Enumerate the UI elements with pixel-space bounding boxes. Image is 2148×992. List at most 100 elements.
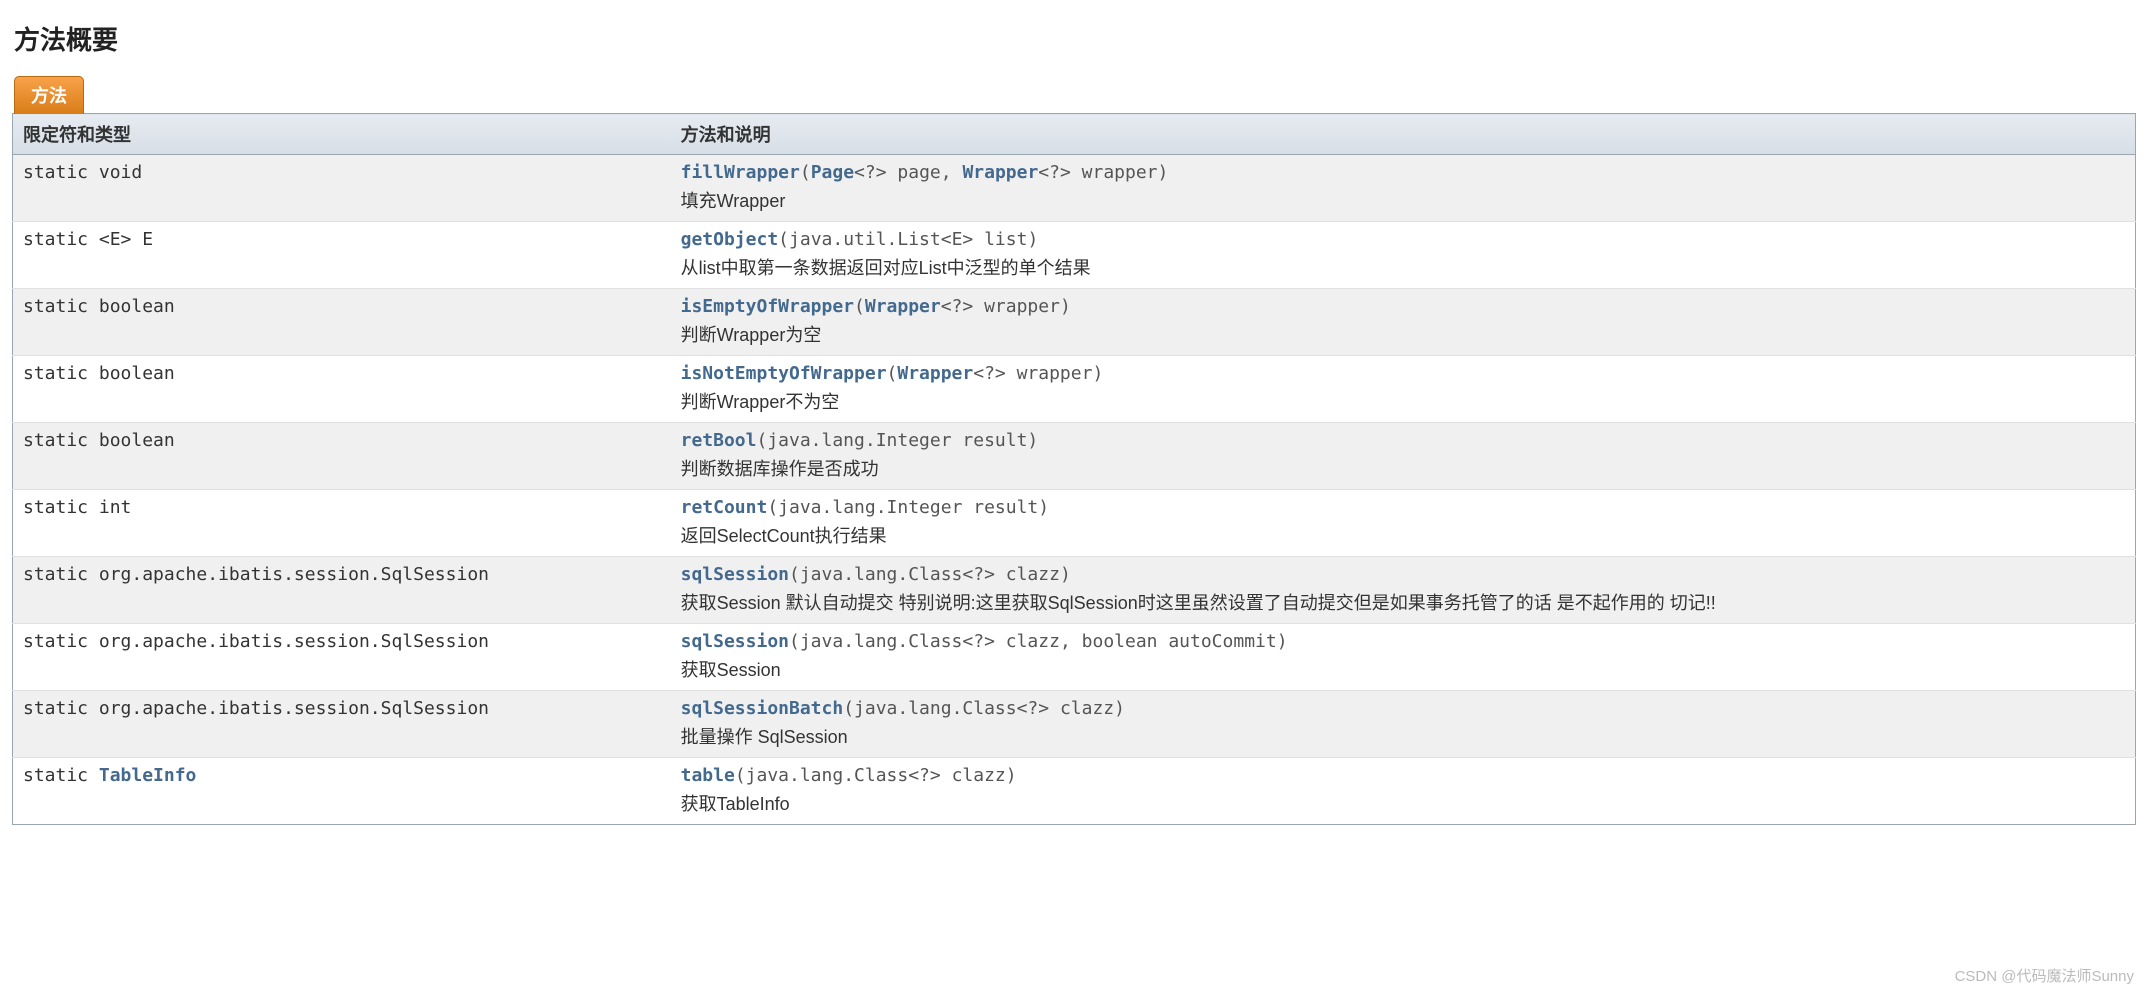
table-row: static org.apache.ibatis.session.SqlSess… (13, 624, 2136, 691)
cell-method-desc: table(java.lang.Class<?> clazz)获取TableIn… (671, 758, 2136, 825)
cell-modifier-type: static org.apache.ibatis.session.SqlSess… (13, 691, 671, 758)
table-row: static boolean isNotEmptyOfWrapper(Wrappe… (13, 356, 2136, 423)
cell-modifier-type: static void (13, 155, 671, 222)
table-row: static <E> E getObject(java.util.List<E> … (13, 222, 2136, 289)
paren-close: ) (1038, 497, 1049, 518)
param-type: java.util.List (789, 229, 941, 250)
modifier-text: static void (23, 162, 142, 183)
cell-method-desc: sqlSession(java.lang.Class<?> clazz, boo… (671, 624, 2136, 691)
watermark: CSDN @代码魔法师Sunny (1955, 965, 2134, 986)
table-row: static boolean retBool(java.lang.Integer … (13, 423, 2136, 490)
cell-method-desc: isNotEmptyOfWrapper(Wrapper<?> wrapper) 判… (671, 356, 2136, 423)
method-description: 批量操作 SqlSession (681, 723, 2125, 749)
method-name-link[interactable]: getObject (681, 229, 779, 250)
modifier-text: static <E> E (23, 229, 153, 250)
method-description: 获取Session (681, 656, 2125, 682)
method-name-link[interactable]: retBool (681, 430, 757, 451)
table-row: static TableInfotable(java.lang.Class<?>… (13, 758, 2136, 825)
param-separator: , (1060, 631, 1082, 652)
paren-close: ) (1158, 162, 1169, 183)
paren-close: ) (1277, 631, 1288, 652)
param-name: wrapper (973, 296, 1060, 317)
method-name-link[interactable]: isEmptyOfWrapper (681, 296, 854, 317)
method-description: 获取TableInfo (681, 790, 2125, 816)
cell-modifier-type: static org.apache.ibatis.session.SqlSess… (13, 624, 671, 691)
method-description: 返回SelectCount执行结果 (681, 522, 2125, 548)
method-signature: getObject(java.util.List<E> list) (681, 229, 1039, 250)
method-signature: fillWrapper(Page<?> page, Wrapper<?> wra… (681, 162, 1169, 183)
param-type: java.lang.Integer (778, 497, 962, 518)
param-generic: <?> (973, 363, 1006, 384)
param-separator: , (941, 162, 963, 183)
cell-modifier-type: static TableInfo (13, 758, 671, 825)
method-summary-table: 限定符和类型 方法和说明 static void fillWrapper ( Page… (12, 113, 2136, 825)
paren-open: ( (887, 363, 898, 384)
paren-close: ) (1092, 363, 1103, 384)
param-type: boolean (1082, 631, 1158, 652)
param-generic: <?> (1017, 698, 1050, 719)
paren-close: ) (1006, 765, 1017, 786)
table-row: static int retCount(java.lang.Integer res… (13, 490, 2136, 557)
param-generic: <?> (908, 765, 941, 786)
param-name: clazz (1049, 698, 1114, 719)
method-signature: sqlSession(java.lang.Class<?> clazz, boo… (681, 631, 1288, 652)
method-description: 判断数据库操作是否成功 (681, 455, 2125, 481)
method-name-link[interactable]: isNotEmptyOfWrapper (681, 363, 887, 384)
modifier-text: static org.apache.ibatis.session.SqlSess… (23, 698, 489, 719)
return-type-link[interactable]: TableInfo (99, 765, 197, 786)
cell-method-desc: retCount(java.lang.Integer result) 返回Sele… (671, 490, 2136, 557)
paren-open: ( (843, 698, 854, 719)
param-type-link[interactable]: Wrapper (865, 296, 941, 317)
method-description: 判断Wrapper不为空 (681, 388, 2125, 414)
param-type: java.lang.Integer (767, 430, 951, 451)
param-type-link[interactable]: Page (811, 162, 854, 183)
method-name-link[interactable]: retCount (681, 497, 768, 518)
method-name-link[interactable]: sqlSessionBatch (681, 698, 844, 719)
header-modifier-type: 限定符和类型 (13, 114, 671, 155)
table-row: static org.apache.ibatis.session.SqlSess… (13, 557, 2136, 624)
method-name-link[interactable]: sqlSession (681, 631, 789, 652)
cell-modifier-type: static <E> E (13, 222, 671, 289)
param-name: page (887, 162, 941, 183)
method-name-link[interactable]: table (681, 765, 735, 786)
method-signature: retBool(java.lang.Integer result) (681, 430, 1039, 451)
cell-modifier-type: static org.apache.ibatis.session.SqlSess… (13, 557, 671, 624)
modifier-text: static boolean (23, 296, 175, 317)
paren-open: ( (789, 631, 800, 652)
method-name-link[interactable]: fillWrapper (681, 162, 800, 183)
table-row: static voidfillWrapper(Page<?> page, Wra… (13, 155, 2136, 222)
param-type: java.lang.Class (800, 564, 963, 585)
cell-method-desc: sqlSession(java.lang.Class<?> clazz)获取Se… (671, 557, 2136, 624)
paren-open: ( (735, 765, 746, 786)
param-name: wrapper (1006, 363, 1093, 384)
param-name: wrapper (1071, 162, 1158, 183)
paren-close: ) (1027, 229, 1038, 250)
table-header-row: 限定符和类型 方法和说明 (13, 114, 2136, 155)
param-generic: <?> (962, 631, 995, 652)
table-row: static org.apache.ibatis.session.SqlSess… (13, 691, 2136, 758)
method-description: 从list中取第一条数据返回对应List中泛型的单个结果 (681, 254, 2125, 280)
modifier-text: static int (23, 497, 131, 518)
method-description: 判断Wrapper为空 (681, 321, 2125, 347)
param-type-link[interactable]: Wrapper (962, 162, 1038, 183)
section-title: 方法概要 (14, 20, 2136, 57)
modifier-text: static org.apache.ibatis.session.SqlSess… (23, 564, 489, 585)
param-generic: <?> (854, 162, 887, 183)
method-name-link[interactable]: sqlSession (681, 564, 789, 585)
param-generic: <E> (941, 229, 974, 250)
param-type-link[interactable]: Wrapper (897, 363, 973, 384)
method-description: 填充Wrapper (681, 187, 2125, 213)
cell-modifier-type: static int (13, 490, 671, 557)
method-signature: sqlSession(java.lang.Class<?> clazz) (681, 564, 1071, 585)
paren-open: ( (756, 430, 767, 451)
paren-open: ( (854, 296, 865, 317)
cell-modifier-type: static boolean (13, 423, 671, 490)
param-name: clazz (995, 631, 1060, 652)
cell-method-desc: getObject(java.util.List<E> list) 从list中取… (671, 222, 2136, 289)
modifier-text: static boolean (23, 363, 175, 384)
paren-open: ( (767, 497, 778, 518)
tab-methods[interactable]: 方法 (14, 76, 84, 114)
cell-method-desc: fillWrapper(Page<?> page, Wrapper<?> wra… (671, 155, 2136, 222)
method-signature: retCount(java.lang.Integer result) (681, 497, 1049, 518)
param-type: java.lang.Class (800, 631, 963, 652)
